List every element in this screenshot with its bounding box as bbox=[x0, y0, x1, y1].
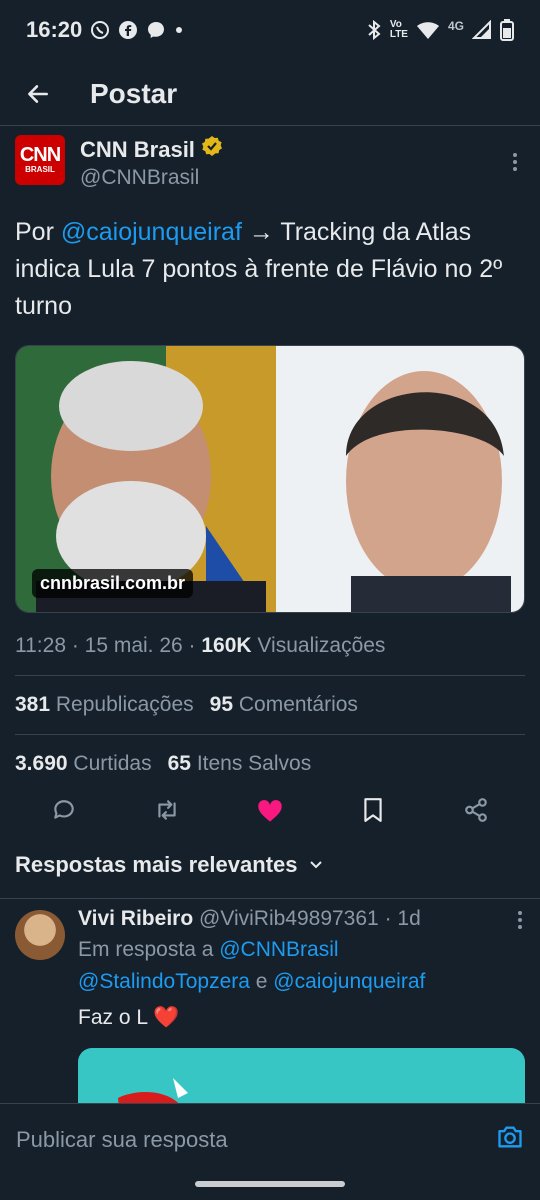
comments-stat[interactable]: 95 Comentários bbox=[210, 690, 358, 720]
reply-icon[interactable] bbox=[44, 790, 84, 830]
more-options-icon[interactable] bbox=[517, 910, 523, 935]
status-time: 16:20 bbox=[26, 17, 83, 42]
signal-icon bbox=[472, 20, 492, 40]
mention-link[interactable]: @CNNBrasil bbox=[219, 938, 338, 961]
notification-dot-icon bbox=[174, 25, 184, 35]
share-icon[interactable] bbox=[456, 790, 496, 830]
reply-time: · 1d bbox=[378, 907, 421, 930]
author-handle[interactable]: @CNNBrasil bbox=[80, 164, 505, 192]
post-meta: 11:28 · 15 mai. 26 · 160K Visualizações bbox=[15, 631, 525, 661]
post-actions bbox=[0, 780, 540, 840]
reply-author-name[interactable]: Vivi Ribeiro bbox=[78, 907, 193, 930]
chevron-down-icon bbox=[308, 852, 324, 878]
mention-link[interactable]: @caiojunqueiraf bbox=[273, 970, 425, 993]
network-type-label: 4G bbox=[447, 19, 464, 33]
like-icon[interactable] bbox=[250, 790, 290, 830]
post-author: CNN BRASIL CNN Brasil @CNNBrasil bbox=[15, 135, 525, 192]
replies-sort-label: Respostas mais relevantes bbox=[15, 852, 298, 877]
replies-sort-dropdown[interactable]: Respostas mais relevantes bbox=[15, 852, 324, 878]
mention-link[interactable]: @StalindoTopzera bbox=[78, 970, 250, 993]
reply-composer[interactable]: Publicar sua resposta bbox=[0, 1103, 540, 1175]
divider bbox=[0, 898, 540, 899]
bookmark-icon[interactable] bbox=[353, 790, 393, 830]
avatar[interactable] bbox=[15, 910, 65, 960]
post-text: Por @caiojunqueiraf → Tracking da Atlas … bbox=[15, 214, 525, 325]
post-timestamp: 11:28 · 15 mai. 26 · bbox=[15, 634, 202, 657]
gesture-bar bbox=[195, 1181, 345, 1187]
facebook-icon bbox=[118, 20, 138, 40]
reply-header: Vivi Ribeiro @ViviRib49897361 · 1d bbox=[78, 904, 525, 934]
post: CNN BRASIL CNN Brasil @CNNBrasil Por @ca… bbox=[15, 135, 525, 779]
volte-icon: Vo LTE bbox=[389, 19, 408, 40]
verified-badge-icon bbox=[201, 135, 223, 164]
whatsapp-icon bbox=[90, 20, 110, 40]
mention-link[interactable]: @caiojunqueiraf bbox=[61, 218, 242, 246]
views-label: Visualizações bbox=[251, 634, 386, 657]
post-text-prefix: Por bbox=[15, 218, 61, 246]
author-name[interactable]: CNN Brasil bbox=[80, 136, 195, 164]
messenger-icon bbox=[146, 20, 166, 40]
reposts-stat[interactable]: 381 Republicações bbox=[15, 690, 194, 720]
reply-to-prefix: Em resposta a bbox=[78, 938, 220, 961]
page-title: Postar bbox=[90, 77, 178, 109]
views-count: 160K bbox=[201, 634, 252, 657]
reply-context: Em resposta a @CNNBrasil @StalindoTopzer… bbox=[78, 934, 525, 998]
status-bar: 16:20 Vo LTE 4G bbox=[0, 0, 540, 60]
post-image[interactable]: cnnbrasil.com.br bbox=[15, 345, 525, 613]
media-source-label: cnnbrasil.com.br bbox=[32, 569, 194, 598]
logo-subtext: BRASIL bbox=[25, 165, 55, 174]
more-options-icon[interactable] bbox=[505, 147, 525, 177]
wifi-icon bbox=[416, 20, 440, 40]
avatar[interactable]: CNN BRASIL bbox=[15, 135, 65, 185]
likes-stat[interactable]: 3.690 Curtidas bbox=[15, 749, 152, 779]
divider bbox=[15, 675, 525, 676]
saves-stat[interactable]: 65 Itens Salvos bbox=[168, 749, 312, 779]
logo-text: CNN bbox=[19, 144, 61, 166]
stats-row-1: 381 Republicações 95 Comentários bbox=[15, 690, 525, 720]
reply-input[interactable]: Publicar sua resposta bbox=[16, 1127, 228, 1153]
divider bbox=[15, 734, 525, 735]
repost-icon[interactable] bbox=[147, 790, 187, 830]
reply-author-handle[interactable]: @ViviRib49897361 bbox=[199, 907, 379, 930]
reply-text: Faz o L ❤️ bbox=[78, 1006, 180, 1029]
camera-icon[interactable] bbox=[496, 1124, 524, 1155]
top-bar: Postar bbox=[0, 62, 540, 126]
bluetooth-icon bbox=[366, 19, 382, 41]
back-arrow-icon[interactable] bbox=[22, 78, 54, 110]
stats-row-2: 3.690 Curtidas 65 Itens Salvos bbox=[15, 749, 525, 779]
battery-icon bbox=[500, 19, 514, 41]
reply-to-conjunction: e bbox=[249, 970, 274, 993]
